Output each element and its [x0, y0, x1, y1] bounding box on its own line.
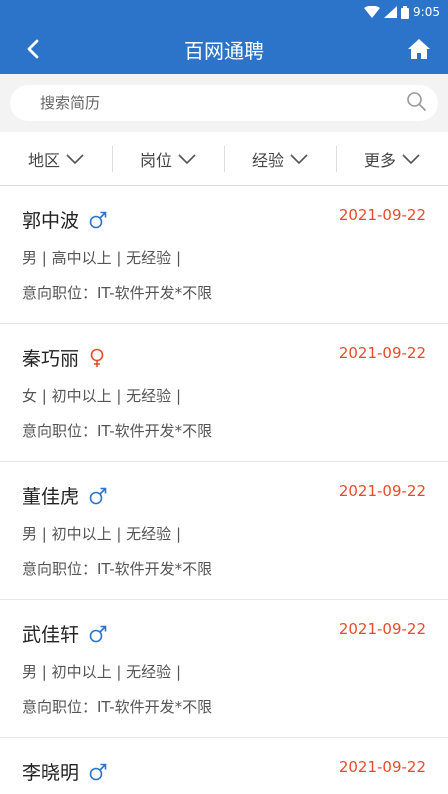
resume-card[interactable]: 董佳虎 2021-09-22 男 | 初中以上 | 无经验 | 意向职位：IT-…	[0, 462, 448, 600]
filter-experience[interactable]: 经验	[224, 132, 336, 185]
home-icon	[408, 39, 430, 59]
candidate-intent: 意向职位：IT-软件开发*不限	[22, 284, 213, 302]
candidate-meta: 男 | 高中以上 | 无经验 |	[22, 249, 182, 267]
chevron-down-icon	[66, 153, 84, 164]
candidate-meta: 女 | 初中以上 | 无经验 |	[22, 387, 182, 405]
candidate-name: 郭中波	[22, 210, 80, 232]
resume-date: 2021-09-22	[338, 620, 426, 638]
chevron-down-icon	[402, 153, 420, 164]
filter-position[interactable]: 岗位	[112, 132, 224, 185]
back-button[interactable]	[18, 34, 48, 64]
search-area	[0, 74, 448, 132]
resume-card[interactable]: 秦巧丽 2021-09-22 女 | 初中以上 | 无经验 | 意向职位：IT-…	[0, 324, 448, 462]
candidate-name: 李晓明	[22, 762, 80, 784]
filter-label: 地区	[27, 150, 60, 170]
candidate-intent: 意向职位：IT-软件开发*不限	[22, 560, 213, 578]
filter-label: 更多	[363, 150, 396, 170]
search-box[interactable]	[10, 85, 438, 121]
filter-label: 岗位	[139, 150, 172, 170]
status-time: 9:05	[413, 5, 440, 19]
candidate-intent: 意向职位：IT-软件开发*不限	[22, 422, 213, 440]
resume-card[interactable]: 武佳轩 2021-09-22 男 | 初中以上 | 无经验 | 意向职位：IT-…	[0, 600, 448, 738]
chevron-down-icon	[178, 153, 196, 164]
candidate-name: 董佳虎	[22, 486, 80, 508]
male-icon	[89, 211, 107, 229]
battery-icon	[401, 5, 410, 19]
status-bar: 9:05	[0, 0, 448, 24]
resume-card[interactable]: 郭中波 2021-09-22 男 | 高中以上 | 无经验 | 意向职位：IT-…	[0, 186, 448, 324]
resume-date: 2021-09-22	[338, 344, 426, 362]
resume-list: 郭中波 2021-09-22 男 | 高中以上 | 无经验 | 意向职位：IT-…	[0, 186, 448, 794]
chevron-down-icon	[290, 153, 308, 164]
filter-more[interactable]: 更多	[336, 132, 448, 185]
male-icon	[89, 625, 107, 643]
wifi-icon	[364, 6, 381, 18]
search-input[interactable]	[40, 94, 340, 112]
nav-bar: 百网通聘	[0, 24, 448, 74]
resume-date: 2021-09-22	[338, 758, 426, 776]
candidate-meta: 男 | 初中以上 | 无经验 |	[22, 663, 182, 681]
search-icon[interactable]	[406, 91, 426, 115]
candidate-name: 秦巧丽	[22, 348, 80, 370]
candidate-intent: 意向职位：IT-软件开发*不限	[22, 698, 213, 716]
signal-icon	[384, 6, 398, 18]
male-icon	[89, 487, 107, 505]
male-icon	[89, 763, 107, 781]
resume-date: 2021-09-22	[338, 482, 426, 500]
candidate-meta: 男 | 初中以上 | 无经验 |	[22, 525, 182, 543]
chevron-left-icon	[27, 39, 39, 59]
filter-region[interactable]: 地区	[0, 132, 112, 185]
home-button[interactable]	[404, 34, 434, 64]
resume-card[interactable]: 李晓明 2021-09-22	[0, 738, 448, 794]
resume-date: 2021-09-22	[338, 206, 426, 224]
female-icon	[89, 348, 105, 368]
filter-bar: 地区 岗位 经验 更多	[0, 132, 448, 186]
page-title: 百网通聘	[184, 38, 264, 63]
filter-label: 经验	[251, 150, 284, 170]
candidate-name: 武佳轩	[22, 624, 80, 646]
